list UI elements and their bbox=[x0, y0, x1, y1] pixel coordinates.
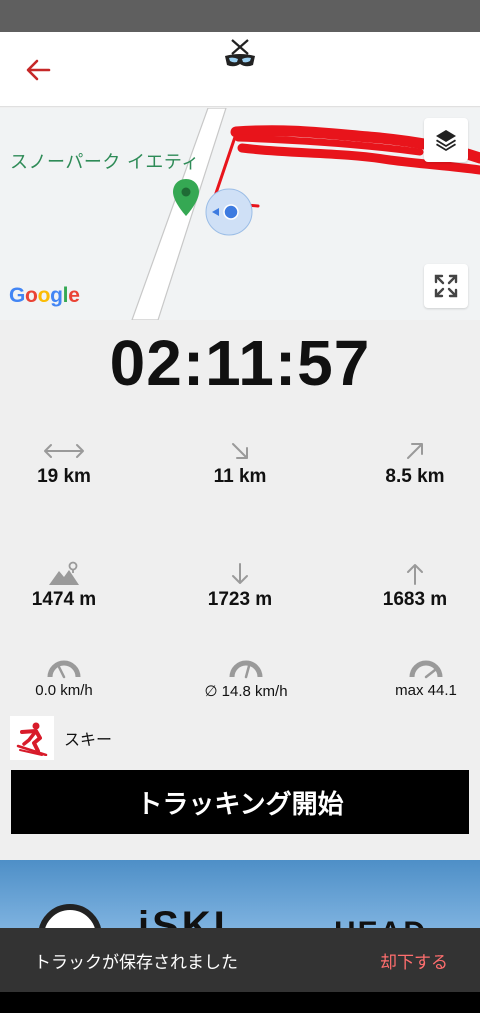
back-button[interactable] bbox=[18, 52, 58, 88]
current-speed-value: 0.0 km/h bbox=[35, 682, 93, 699]
sport-selector[interactable]: スキー bbox=[10, 716, 112, 760]
uphill-distance-value: 8.5 km bbox=[385, 466, 445, 487]
snackbar-dismiss-button[interactable]: 却下する bbox=[380, 948, 448, 973]
stat-uphill-distance: 8.5 km bbox=[335, 438, 480, 488]
status-bar bbox=[0, 0, 480, 32]
map-view[interactable]: スノーパーク イエティ Google bbox=[0, 108, 480, 320]
arrow-down-icon bbox=[232, 563, 248, 584]
stat-altitude: 1474 m bbox=[0, 561, 144, 611]
stat-average-speed: ∅ 14.8 km/h bbox=[166, 654, 326, 700]
fullscreen-icon bbox=[434, 274, 458, 298]
ad-banner[interactable]: iSKI HEAD bbox=[0, 860, 480, 930]
stat-max-speed: max 44.1 bbox=[346, 654, 480, 699]
horizontal-arrows-icon bbox=[44, 444, 84, 458]
sport-label: スキー bbox=[64, 730, 113, 749]
fullscreen-button[interactable] bbox=[424, 264, 468, 308]
ascent-value: 1683 m bbox=[382, 589, 448, 610]
max-speed-value: max 44.1 bbox=[395, 682, 457, 699]
app-header bbox=[0, 32, 480, 107]
layers-button[interactable] bbox=[424, 118, 468, 162]
skier-icon bbox=[16, 722, 48, 756]
speedometer-icon bbox=[47, 660, 81, 679]
downhill-distance-value: 11 km bbox=[213, 466, 267, 487]
google-attribution: Google bbox=[9, 284, 80, 307]
mountain-pin-icon bbox=[49, 561, 79, 585]
average-speed-value: ∅ 14.8 km/h bbox=[204, 683, 288, 700]
layers-icon bbox=[436, 130, 456, 151]
altitude-value: 1474 m bbox=[31, 589, 97, 610]
elapsed-time: 02:11:57 bbox=[109, 327, 371, 399]
stat-descent: 1723 m bbox=[160, 561, 320, 611]
sport-icon-box bbox=[10, 716, 54, 760]
stat-current-speed: 0.0 km/h bbox=[0, 654, 144, 699]
banner-brand-left: iSKI bbox=[138, 904, 228, 930]
snackbar: トラックが保存されました 却下する bbox=[0, 928, 480, 992]
arrow-up-icon bbox=[407, 564, 423, 585]
crossed-skis-logo-icon bbox=[225, 39, 255, 67]
banner-logo-icon bbox=[38, 904, 102, 930]
distance-value: 19 km bbox=[37, 466, 91, 487]
arrow-down-right-icon bbox=[232, 443, 248, 459]
descent-value: 1723 m bbox=[207, 589, 273, 610]
map-pin-icon[interactable] bbox=[172, 178, 200, 218]
system-nav-bar bbox=[0, 992, 480, 1013]
stat-downhill-distance: 11 km bbox=[160, 438, 320, 488]
speedometer-icon bbox=[409, 660, 443, 679]
place-label: スノーパーク イエティ bbox=[10, 152, 200, 173]
start-tracking-button[interactable]: トラッキング開始 bbox=[11, 770, 469, 834]
arrow-up-right-icon bbox=[407, 443, 423, 459]
stat-distance: 19 km bbox=[0, 438, 144, 488]
snackbar-message: トラックが保存されました bbox=[34, 952, 238, 973]
arrow-left-icon bbox=[26, 59, 51, 81]
stat-ascent: 1683 m bbox=[335, 561, 480, 611]
speedometer-icon bbox=[229, 660, 263, 679]
